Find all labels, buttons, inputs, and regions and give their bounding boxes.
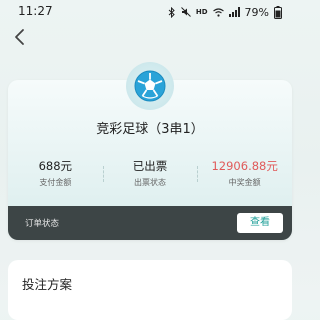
back-chevron-icon[interactable] <box>12 28 28 46</box>
payment-amount: 688元 <box>38 159 73 173</box>
battery-icon <box>274 5 282 19</box>
ticket-status-label: 出票状态 <box>134 178 166 187</box>
prize-amount: 12906.88元 <box>211 159 278 173</box>
bet-plan-card: 投注方案 <box>8 260 292 320</box>
battery-percent: 79% <box>244 5 269 19</box>
order-summary-card: 竞彩足球（3串1） 688元 支付金额 已出票 出票状态 12906.88元 中… <box>8 62 292 240</box>
ticket-status-value: 已出票 <box>132 159 168 173</box>
hd-icon: HD <box>195 8 208 16</box>
view-button[interactable]: 查看 <box>237 213 283 233</box>
stat-payment: 688元 支付金额 <box>8 158 103 192</box>
status-time: 11:27 <box>18 4 53 18</box>
stat-ticket-status: 已出票 出票状态 <box>102 158 198 192</box>
wifi-icon <box>212 7 224 17</box>
bet-plan-title: 投注方案 <box>22 277 73 292</box>
football-icon <box>126 62 174 110</box>
lottery-title: 竞彩足球（3串1） <box>96 122 204 137</box>
order-status-label: 订单状态 <box>25 219 60 229</box>
stat-prize: 12906.88元 中奖金额 <box>197 158 292 192</box>
prize-label: 中奖金额 <box>228 178 261 187</box>
status-icons: HD 79% <box>168 3 282 21</box>
order-status-bar: 订单状态 查看 <box>8 206 292 240</box>
mute-icon <box>181 7 191 17</box>
signal-icon <box>228 7 240 17</box>
order-stats: 688元 支付金额 已出票 出票状态 12906.88元 中奖金额 <box>8 158 292 192</box>
payment-label: 支付金额 <box>39 178 72 187</box>
bluetooth-icon <box>168 6 175 18</box>
status-bar: 11:27 HD 79% <box>0 0 300 26</box>
